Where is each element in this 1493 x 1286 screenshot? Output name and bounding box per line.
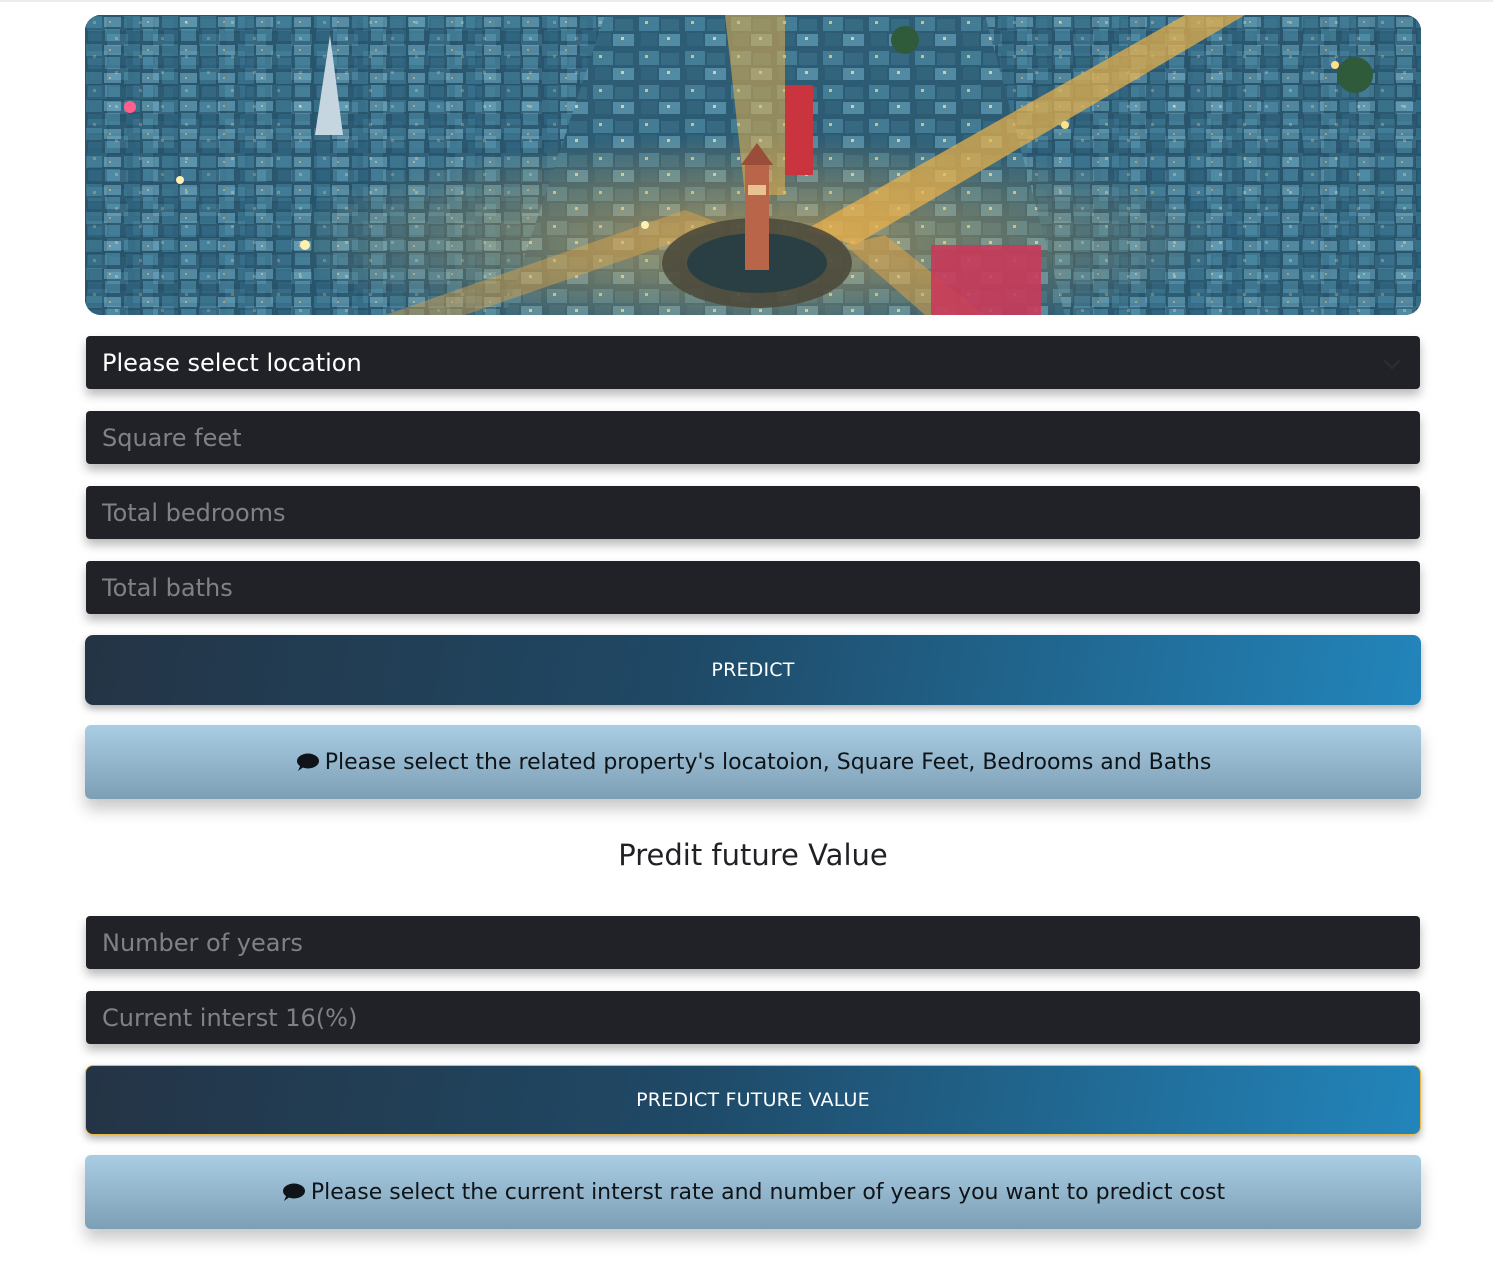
- predict-message-alert: Please select the related property's loc…: [85, 725, 1421, 799]
- interest-input[interactable]: [102, 1003, 1420, 1032]
- predict-button[interactable]: PREDICT: [85, 635, 1421, 705]
- predict-future-value-button-label: PREDICT FUTURE VALUE: [636, 1089, 870, 1111]
- years-field[interactable]: [86, 916, 1420, 969]
- location-select-value: Please select location: [102, 348, 362, 377]
- hero-image: [85, 15, 1421, 315]
- bedrooms-input[interactable]: [102, 498, 1420, 527]
- bedrooms-field[interactable]: [86, 486, 1420, 539]
- years-input[interactable]: [102, 928, 1420, 957]
- square-feet-field[interactable]: [86, 411, 1420, 464]
- chevron-down-icon: [1383, 352, 1401, 370]
- future-message-text: Please select the current interst rate a…: [310, 1179, 1226, 1205]
- interest-field[interactable]: [86, 991, 1420, 1044]
- predict-future-value-button[interactable]: PREDICT FUTURE VALUE: [85, 1065, 1421, 1135]
- baths-input[interactable]: [102, 573, 1420, 602]
- baths-field[interactable]: [86, 561, 1420, 614]
- top-divider: [0, 0, 1493, 2]
- future-message-alert: Please select the current interst rate a…: [85, 1155, 1421, 1229]
- comment-icon: [296, 753, 319, 771]
- comment-icon: [282, 1183, 305, 1201]
- predict-button-label: PREDICT: [711, 659, 795, 681]
- location-select[interactable]: Please select location: [86, 336, 1420, 389]
- predict-message-text: Please select the related property's loc…: [324, 749, 1212, 775]
- future-value-heading: Predit future Value: [618, 838, 888, 872]
- square-feet-input[interactable]: [102, 423, 1420, 452]
- page: Please select location PREDICT Please se…: [0, 0, 1493, 1286]
